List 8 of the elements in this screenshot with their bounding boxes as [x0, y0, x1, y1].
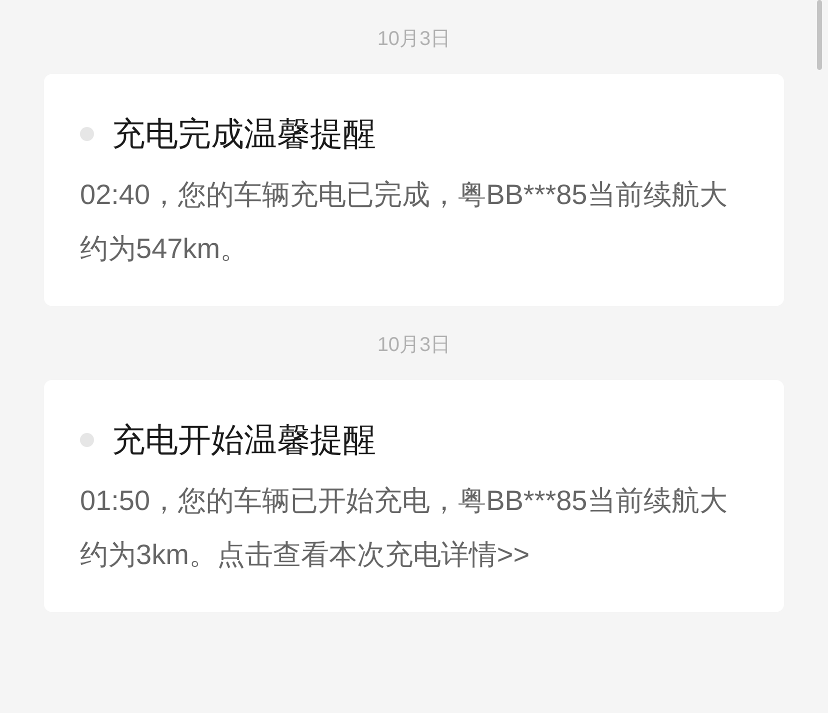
scrollbar-thumb — [817, 0, 822, 70]
message-body: 01:50，您的车辆已开始充电，粤BB***85当前续航大约为3km。点击查看本次充电详情>> — [80, 484, 728, 572]
message-title: 充电完成温馨提醒 — [112, 114, 376, 154]
message-date: 10月3日 — [377, 333, 451, 358]
message-body: 02:40，您的车辆充电已完成，粤BB***85当前续航大约为547km。 — [80, 178, 728, 266]
charge-details-link[interactable]: 点击查看本次充电详情>> — [216, 539, 530, 570]
message-title: 充电开始温馨提醒 — [112, 420, 376, 460]
message-date: 10月3日 — [377, 27, 451, 52]
